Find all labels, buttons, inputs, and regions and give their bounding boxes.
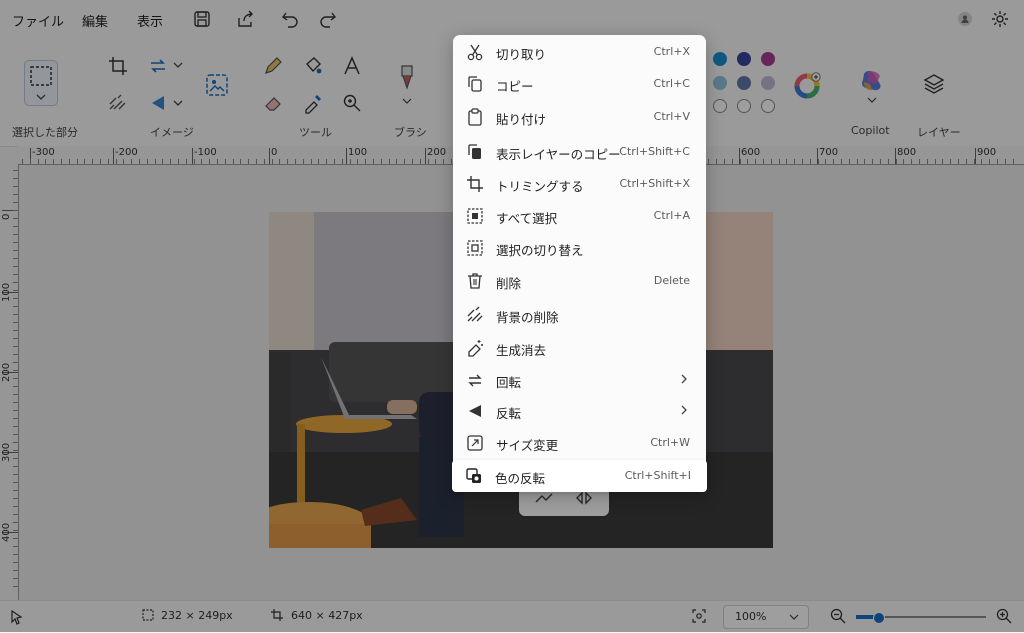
context-menu: 切り取り Ctrl+X コピー Ctrl+C 貼り付け Ctrl+V 表示レイヤーのコピー C… [452,35,707,492]
paste-icon [468,108,482,126]
invert-selection-icon [467,240,483,256]
menu-item-label: コピー [496,79,534,94]
menu-item-label: 切り取り [496,47,547,62]
menu-item-shortcut: Ctrl+C [653,77,690,90]
menu-item-select-all[interactable]: すべて選択 Ctrl+A [453,200,706,232]
chevron-right-icon [681,374,687,384]
copy-layer-icon [468,144,481,159]
menu-item-shortcut: Ctrl+Shift+C [619,145,690,158]
menu-item-label: 選択の切り替え [496,243,584,258]
menu-item-remove-background[interactable]: 背景の削除 [453,299,706,331]
menu-item-shortcut: Delete [653,274,690,287]
menu-item-flip[interactable]: 反転 [453,395,706,427]
menu-item-shortcut: Ctrl+Shift+I [624,469,691,482]
menu-item-copy-layer[interactable]: 表示レイヤーのコピー Ctrl+Shift+C [453,136,706,168]
menu-item-label: 削除 [496,276,522,291]
menu-item-shortcut: Ctrl+V [653,110,690,123]
resize-icon [467,435,483,451]
copy-icon [468,76,482,92]
menu-item-crop[interactable]: トリミングする Ctrl+Shift+X [453,168,706,200]
menu-item-trash[interactable]: 削除 Delete [453,265,706,297]
scissors-icon [467,44,483,61]
menu-item-label: 背景の削除 [496,310,559,325]
menu-item-rotate[interactable]: 回転 [453,364,706,396]
menu-item-label: 生成消去 [496,343,547,358]
menu-item-label: サイズ変更 [496,438,559,453]
menu-item-label: すべて選択 [496,211,558,226]
menu-item-scissors[interactable]: 切り取り Ctrl+X [453,36,706,68]
menu-item-label: 色の反転 [495,471,546,486]
generative-erase-icon [468,340,483,357]
menu-item-label: 回転 [496,375,522,390]
menu-item-generative-erase[interactable]: 生成消去 [453,332,706,364]
rotate-icon [468,374,482,387]
flip-icon [469,405,481,417]
menu-item-invert-selection[interactable]: 選択の切り替え [453,232,706,264]
menu-item-label: 表示レイヤーのコピー [496,147,621,162]
chevron-right-icon [681,405,687,415]
menu-item-shortcut: Ctrl+W [650,436,690,449]
menu-item-copy[interactable]: コピー Ctrl+C [453,68,706,100]
menu-item-shortcut: Ctrl+X [653,45,690,58]
menu-item-invert-colors[interactable]: 色の反転 Ctrl+Shift+I [452,460,707,492]
menu-item-label: トリミングする [496,179,584,194]
select-all-icon [467,208,483,224]
remove-background-icon [467,306,483,322]
menu-item-shortcut: Ctrl+A [653,209,690,222]
menu-item-paste[interactable]: 貼り付け Ctrl+V [453,101,706,133]
trash-icon [468,273,482,289]
crop-icon [467,176,483,192]
menu-item-shortcut: Ctrl+Shift+X [619,177,690,190]
menu-item-label: 反転 [496,406,522,421]
invert-colors-icon [466,468,481,483]
menu-item-resize[interactable]: サイズ変更 Ctrl+W [453,427,706,459]
menu-item-label: 貼り付け [496,112,547,127]
